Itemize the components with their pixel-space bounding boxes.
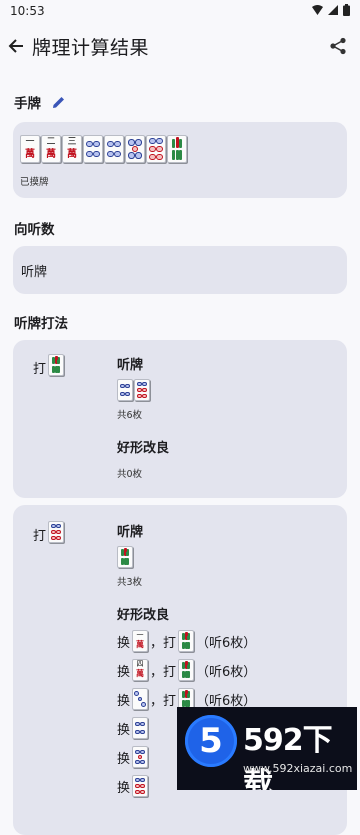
hand-tile-row[interactable]: 一萬二萬三萬 xyxy=(20,135,187,163)
mahjong-tile-4p xyxy=(117,379,133,401)
wait-result: （听6枚） xyxy=(196,635,257,651)
shanten-title: 向听数 xyxy=(14,222,55,238)
mahjong-tile-7s xyxy=(178,630,195,652)
swap-label: 换 xyxy=(117,693,131,709)
mahjong-tile-7s xyxy=(48,354,65,376)
hand-title: 手牌 xyxy=(14,96,41,112)
discard-label: ，打 xyxy=(150,664,177,680)
back-arrow-icon[interactable] xyxy=(6,36,26,56)
mahjong-tile-2m: 二萬 xyxy=(41,135,61,163)
mahjong-tile-4p xyxy=(132,717,149,739)
wait-label: 听牌 xyxy=(117,525,144,540)
swap-label: 换 xyxy=(117,780,131,796)
mahjong-tile-1m: 一萬 xyxy=(132,630,149,652)
mahjong-tile-1m: 一萬 xyxy=(20,135,40,163)
wait-count: 共3枚 xyxy=(117,577,143,588)
discard-prefix: 打 xyxy=(33,528,47,544)
status-time: 10:53 xyxy=(10,4,45,18)
wait-tile-row xyxy=(117,546,347,568)
improvement-row: 换一萬，打 （听6枚） xyxy=(117,630,347,652)
improve-label: 好形改良 xyxy=(117,608,170,623)
mahjong-tile-4p xyxy=(83,135,103,163)
discard-prefix: 打 xyxy=(33,361,47,377)
mahjong-tile-4p xyxy=(104,135,124,163)
mahjong-tile-6p xyxy=(146,135,166,163)
wait-result: （听6枚） xyxy=(196,693,257,709)
improve-count: 共0枚 xyxy=(117,469,143,480)
discard-option-1: 打 xyxy=(33,354,65,380)
page-title: 牌理计算结果 xyxy=(32,36,150,59)
improve-label: 好形改良 xyxy=(117,441,170,456)
strategy-title: 听牌打法 xyxy=(14,316,68,332)
shanten-card: 听牌 xyxy=(13,246,347,294)
shanten-value: 听牌 xyxy=(21,264,48,280)
mahjong-tile-3m: 三萬 xyxy=(62,135,82,163)
app-bar: 牌理计算结果 xyxy=(0,22,360,70)
mahjong-tile-5p xyxy=(132,746,149,768)
edit-pencil-icon[interactable] xyxy=(51,95,66,110)
wait-label: 听牌 xyxy=(117,358,144,373)
watermark-logo: 5 592下载 www.592xiazai.com xyxy=(177,707,357,790)
watermark-brand: 592下载 xyxy=(243,723,333,790)
discard-tile xyxy=(48,354,65,380)
watermark-mark: 5 xyxy=(185,715,237,767)
hand-card: 一萬二萬三萬 已摸牌 xyxy=(13,122,347,198)
mahjong-tile-5p xyxy=(125,135,145,163)
discard-option-2: 打 xyxy=(33,521,65,547)
swap-label: 换 xyxy=(117,722,131,738)
mahjong-tile-6p xyxy=(48,521,65,543)
mahjong-tile-7s xyxy=(178,659,195,681)
improvement-row: 换四萬，打 （听6枚） xyxy=(117,659,347,681)
discard-tile xyxy=(48,521,65,547)
discard-label: ，打 xyxy=(150,693,177,709)
mahjong-tile-7s xyxy=(167,135,187,163)
wait-result: （听6枚） xyxy=(196,664,257,680)
mahjong-tile-6p xyxy=(134,379,150,401)
mahjong-tile-6p xyxy=(132,775,149,797)
signal-icon xyxy=(328,4,338,18)
swap-label: 换 xyxy=(117,751,131,767)
discard-label: ，打 xyxy=(150,635,177,651)
mahjong-tile-7s xyxy=(117,546,133,568)
strategy-card-1[interactable]: 打 听牌 共6枚 好形改良 共0枚 xyxy=(13,340,347,498)
battery-icon xyxy=(343,3,350,19)
swap-label: 换 xyxy=(117,664,131,680)
mahjong-tile-3p xyxy=(132,688,149,710)
swap-label: 换 xyxy=(117,635,131,651)
status-bar: 10:53 xyxy=(0,0,360,22)
wait-count: 共6枚 xyxy=(117,410,143,421)
drawn-tile-label: 已摸牌 xyxy=(20,177,49,188)
share-icon[interactable] xyxy=(324,32,352,60)
wifi-icon xyxy=(312,4,323,18)
wait-tile-row xyxy=(117,379,169,401)
mahjong-tile-4m: 四萬 xyxy=(132,659,149,681)
watermark-url: www.592xiazai.com xyxy=(243,762,353,775)
